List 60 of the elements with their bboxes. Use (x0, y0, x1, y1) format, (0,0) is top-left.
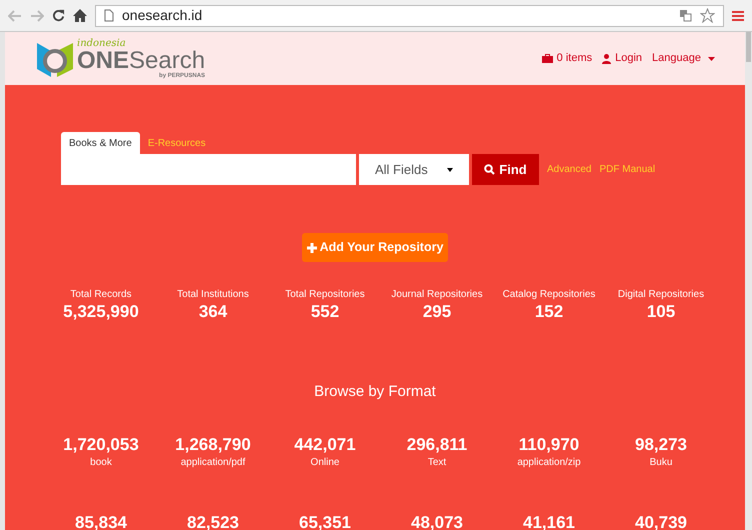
format-count[interactable]: 40,739 (635, 512, 687, 530)
format-count[interactable]: 85,834 (75, 512, 127, 530)
logo-wordmark-suffix: Search (129, 46, 206, 74)
stat-label: Total Records (70, 289, 132, 301)
logo-tagline: indonesia (77, 38, 127, 48)
search-icon (484, 164, 496, 175)
format-label: Text (428, 456, 446, 470)
format-count[interactable]: 82,523 (187, 512, 239, 530)
menu-icon[interactable] (732, 10, 744, 22)
search-tab[interactable]: Books & More (61, 132, 140, 154)
search-link[interactable]: Advanced (547, 162, 592, 177)
address-bar[interactable]: onesearch.id (95, 4, 724, 26)
page-icon (104, 9, 114, 22)
format-count[interactable]: 48,073 (411, 512, 463, 530)
search-link[interactable]: PDF Manual (599, 162, 656, 177)
format-count[interactable]: 98,273 (635, 434, 687, 456)
format-label: Online (310, 456, 340, 470)
nav-link[interactable]: Login (602, 50, 642, 67)
reload-icon[interactable] (52, 9, 65, 22)
home-icon[interactable] (73, 9, 87, 22)
briefcase-icon (542, 54, 553, 63)
section-title: Browse by Format (313, 382, 437, 402)
stat-label: Digital Repositories (618, 289, 704, 301)
caret-icon (708, 56, 715, 60)
find-button[interactable]: Find (472, 154, 539, 185)
search-field[interactable] (61, 154, 356, 185)
caret-icon (447, 168, 453, 172)
format-count[interactable]: 110,970 (518, 434, 580, 456)
format-label: book (90, 456, 112, 470)
add-repository-button[interactable]: Add Your Repository (302, 233, 448, 262)
stat-value: 105 (646, 301, 676, 323)
format-count[interactable]: 442,071 (294, 434, 356, 456)
star-icon[interactable] (700, 8, 715, 23)
format-label: application/pdf (180, 456, 246, 470)
nav-link[interactable]: Language (652, 50, 715, 67)
scrollbar[interactable] (745, 32, 752, 530)
stat-label: Total Institutions (177, 289, 249, 301)
format-count[interactable]: 65,351 (299, 512, 351, 530)
url-text: onesearch.id (122, 6, 202, 25)
stat-value: 5,325,990 (63, 301, 139, 323)
stat-label: Journal Repositories (391, 289, 483, 301)
format-label: Buku (650, 456, 672, 470)
nav-link[interactable]: 0 items (542, 50, 592, 67)
stat-value: 295 (422, 301, 452, 323)
stat-value: 364 (198, 301, 228, 323)
stat-value: 152 (534, 301, 564, 323)
format-label: application/zip (517, 456, 581, 470)
logo-wordmark: ONE (77, 46, 130, 74)
stat-value: 552 (310, 301, 340, 323)
format-count[interactable]: 1,268,790 (175, 434, 251, 456)
search-tab[interactable]: E-Resources (140, 132, 214, 154)
format-count[interactable]: 296,811 (406, 434, 468, 456)
field-select[interactable]: All Fields (359, 154, 469, 185)
stat-label: Catalog Repositories (502, 289, 596, 301)
format-count[interactable]: 41,161 (523, 512, 575, 530)
plus-icon (306, 242, 317, 252)
stat-label: Total Repositories (285, 289, 365, 301)
user-icon (602, 54, 612, 64)
format-count[interactable]: 1,720,053 (63, 434, 139, 456)
translate-icon[interactable] (679, 9, 692, 22)
